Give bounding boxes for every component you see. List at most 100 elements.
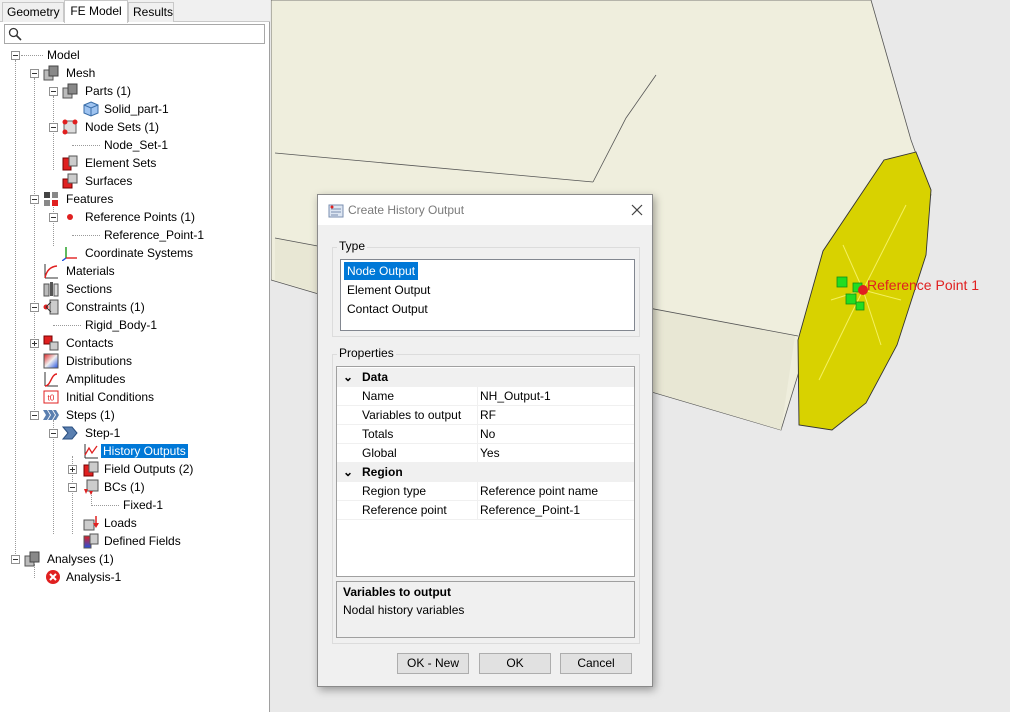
chevron-down-icon: ⌄ bbox=[343, 370, 354, 384]
parts-icon bbox=[62, 83, 78, 99]
bcs-icon bbox=[84, 479, 99, 495]
tree-item-field-outputs[interactable]: Field Outputs (2) bbox=[102, 460, 195, 478]
cancel-button[interactable]: Cancel bbox=[560, 653, 632, 674]
property-value-variables[interactable]: RF bbox=[480, 406, 496, 424]
property-row-reference-point[interactable]: Reference point Reference_Point-1 bbox=[337, 501, 634, 520]
expander-field-outputs[interactable] bbox=[68, 465, 77, 474]
tree-item-materials[interactable]: Materials bbox=[64, 262, 117, 280]
tree-item-node-sets[interactable]: Node Sets (1) bbox=[83, 118, 161, 136]
expander-features[interactable] bbox=[30, 195, 39, 204]
materials-curve-icon bbox=[44, 264, 58, 279]
tree-item-sections[interactable]: Sections bbox=[64, 280, 114, 298]
tree-item-solid-part[interactable]: Solid_part-1 bbox=[102, 100, 171, 118]
category-region[interactable]: ⌄ Region bbox=[337, 463, 634, 482]
distributions-icon bbox=[43, 353, 59, 369]
tree-item-distributions[interactable]: Distributions bbox=[64, 352, 134, 370]
expander-analyses[interactable] bbox=[11, 555, 20, 564]
tree-item-element-sets[interactable]: Element Sets bbox=[83, 154, 158, 172]
loads-icon bbox=[83, 516, 99, 531]
tree-item-surfaces[interactable]: Surfaces bbox=[83, 172, 134, 190]
analyses-icon bbox=[24, 551, 40, 567]
history-output-dialog-icon bbox=[328, 204, 344, 218]
defined-fields-icon bbox=[83, 533, 99, 549]
property-row-variables[interactable]: Variables to output RF bbox=[337, 406, 634, 425]
help-text: Nodal history variables bbox=[343, 603, 465, 617]
tree-item-steps[interactable]: Steps (1) bbox=[64, 406, 117, 424]
help-title: Variables to output bbox=[343, 585, 452, 599]
tree-item-constraints[interactable]: Constraints (1) bbox=[64, 298, 147, 316]
tree-item-reference-point[interactable]: Reference_Point-1 bbox=[102, 226, 206, 244]
property-row-region-type[interactable]: Region type Reference point name bbox=[337, 482, 634, 501]
dialog-titlebar[interactable]: Create History Output bbox=[318, 195, 652, 225]
property-value-global[interactable]: Yes bbox=[480, 444, 500, 462]
tree-item-loads[interactable]: Loads bbox=[102, 514, 139, 532]
create-history-output-dialog: Create History Output Type Node Output E… bbox=[317, 194, 653, 687]
close-icon[interactable] bbox=[628, 201, 646, 219]
tree-item-bcs[interactable]: BCs (1) bbox=[102, 478, 147, 496]
tree-item-step[interactable]: Step-1 bbox=[83, 424, 122, 442]
tree-item-defined-fields[interactable]: Defined Fields bbox=[102, 532, 183, 550]
reference-point-dot-icon bbox=[67, 214, 73, 220]
property-row-totals[interactable]: Totals No bbox=[337, 425, 634, 444]
property-row-name[interactable]: Name NH_Output-1 bbox=[337, 387, 634, 406]
coordinate-systems-icon bbox=[62, 247, 77, 261]
tab-geometry[interactable]: Geometry bbox=[2, 2, 64, 22]
type-listbox[interactable]: Node Output Element Output Contact Outpu… bbox=[340, 259, 635, 331]
properties-group-title: Properties bbox=[337, 346, 396, 360]
tree-item-history-outputs[interactable]: History Outputs bbox=[101, 442, 188, 460]
type-option-element-output[interactable]: Element Output bbox=[344, 281, 433, 299]
expander-step[interactable] bbox=[49, 429, 58, 438]
initial-conditions-t0-icon: t0 bbox=[43, 390, 59, 404]
tree-item-analyses[interactable]: Analyses (1) bbox=[45, 550, 116, 568]
tree-item-model[interactable]: Model bbox=[45, 46, 82, 64]
expander-constraints[interactable] bbox=[30, 303, 39, 312]
type-option-node-output[interactable]: Node Output bbox=[344, 262, 419, 280]
expander-reference-points[interactable] bbox=[49, 213, 58, 222]
constraints-icon bbox=[43, 299, 59, 315]
property-value-totals[interactable]: No bbox=[480, 425, 495, 443]
node-set-icon bbox=[62, 119, 78, 135]
expander-steps[interactable] bbox=[30, 411, 39, 420]
expander-model[interactable] bbox=[11, 51, 20, 60]
steps-chevrons-icon bbox=[43, 410, 59, 420]
tree-item-amplitudes[interactable]: Amplitudes bbox=[64, 370, 127, 388]
property-value-name[interactable]: NH_Output-1 bbox=[480, 387, 551, 405]
property-value-reference-point[interactable]: Reference_Point-1 bbox=[480, 501, 580, 519]
ok-new-button[interactable]: OK - New bbox=[397, 653, 469, 674]
tree-item-rigid-body[interactable]: Rigid_Body-1 bbox=[83, 316, 159, 334]
expander-bcs[interactable] bbox=[68, 483, 77, 492]
tree-item-mesh[interactable]: Mesh bbox=[64, 64, 97, 82]
tree-item-analysis[interactable]: Analysis-1 bbox=[64, 568, 123, 586]
tree-item-node-set[interactable]: Node_Set-1 bbox=[102, 136, 170, 154]
tree-item-features[interactable]: Features bbox=[64, 190, 115, 208]
property-row-global[interactable]: Global Yes bbox=[337, 444, 634, 463]
tree-item-coordinate-systems[interactable]: Coordinate Systems bbox=[83, 244, 195, 262]
expander-contacts[interactable] bbox=[30, 339, 39, 348]
expander-mesh[interactable] bbox=[30, 69, 39, 78]
tab-fe-model[interactable]: FE Model bbox=[64, 0, 128, 23]
tree-item-initial-conditions[interactable]: Initial Conditions bbox=[64, 388, 156, 406]
amplitudes-curve-icon bbox=[44, 372, 58, 387]
expander-node-sets[interactable] bbox=[49, 123, 58, 132]
dialog-title: Create History Output bbox=[348, 203, 465, 217]
tree-item-parts[interactable]: Parts (1) bbox=[83, 82, 133, 100]
property-grid: ⌄ Data Name NH_Output-1 Variables to out… bbox=[336, 366, 635, 577]
type-option-contact-output[interactable]: Contact Output bbox=[344, 300, 431, 318]
ok-button[interactable]: OK bbox=[479, 653, 551, 674]
type-group-title: Type bbox=[337, 239, 368, 253]
tab-results[interactable]: Results bbox=[128, 2, 174, 22]
tree-item-reference-points[interactable]: Reference Points (1) bbox=[83, 208, 197, 226]
solid-part-cube-icon bbox=[83, 101, 99, 117]
tree-item-fixed[interactable]: Fixed-1 bbox=[121, 496, 165, 514]
tree-item-contacts[interactable]: Contacts bbox=[64, 334, 115, 352]
search-icon bbox=[8, 27, 22, 41]
model-tree-panel: Geometry FE Model Results Model Mesh Par… bbox=[0, 0, 270, 712]
tree-search-input[interactable] bbox=[4, 24, 265, 44]
features-icon bbox=[44, 192, 58, 206]
property-value-region-type[interactable]: Reference point name bbox=[480, 482, 598, 500]
sections-icon bbox=[43, 282, 59, 297]
chevron-down-icon: ⌄ bbox=[343, 465, 354, 479]
property-help-panel: Variables to output Nodal history variab… bbox=[336, 581, 635, 638]
expander-parts[interactable] bbox=[49, 87, 58, 96]
category-data[interactable]: ⌄ Data bbox=[337, 368, 634, 387]
